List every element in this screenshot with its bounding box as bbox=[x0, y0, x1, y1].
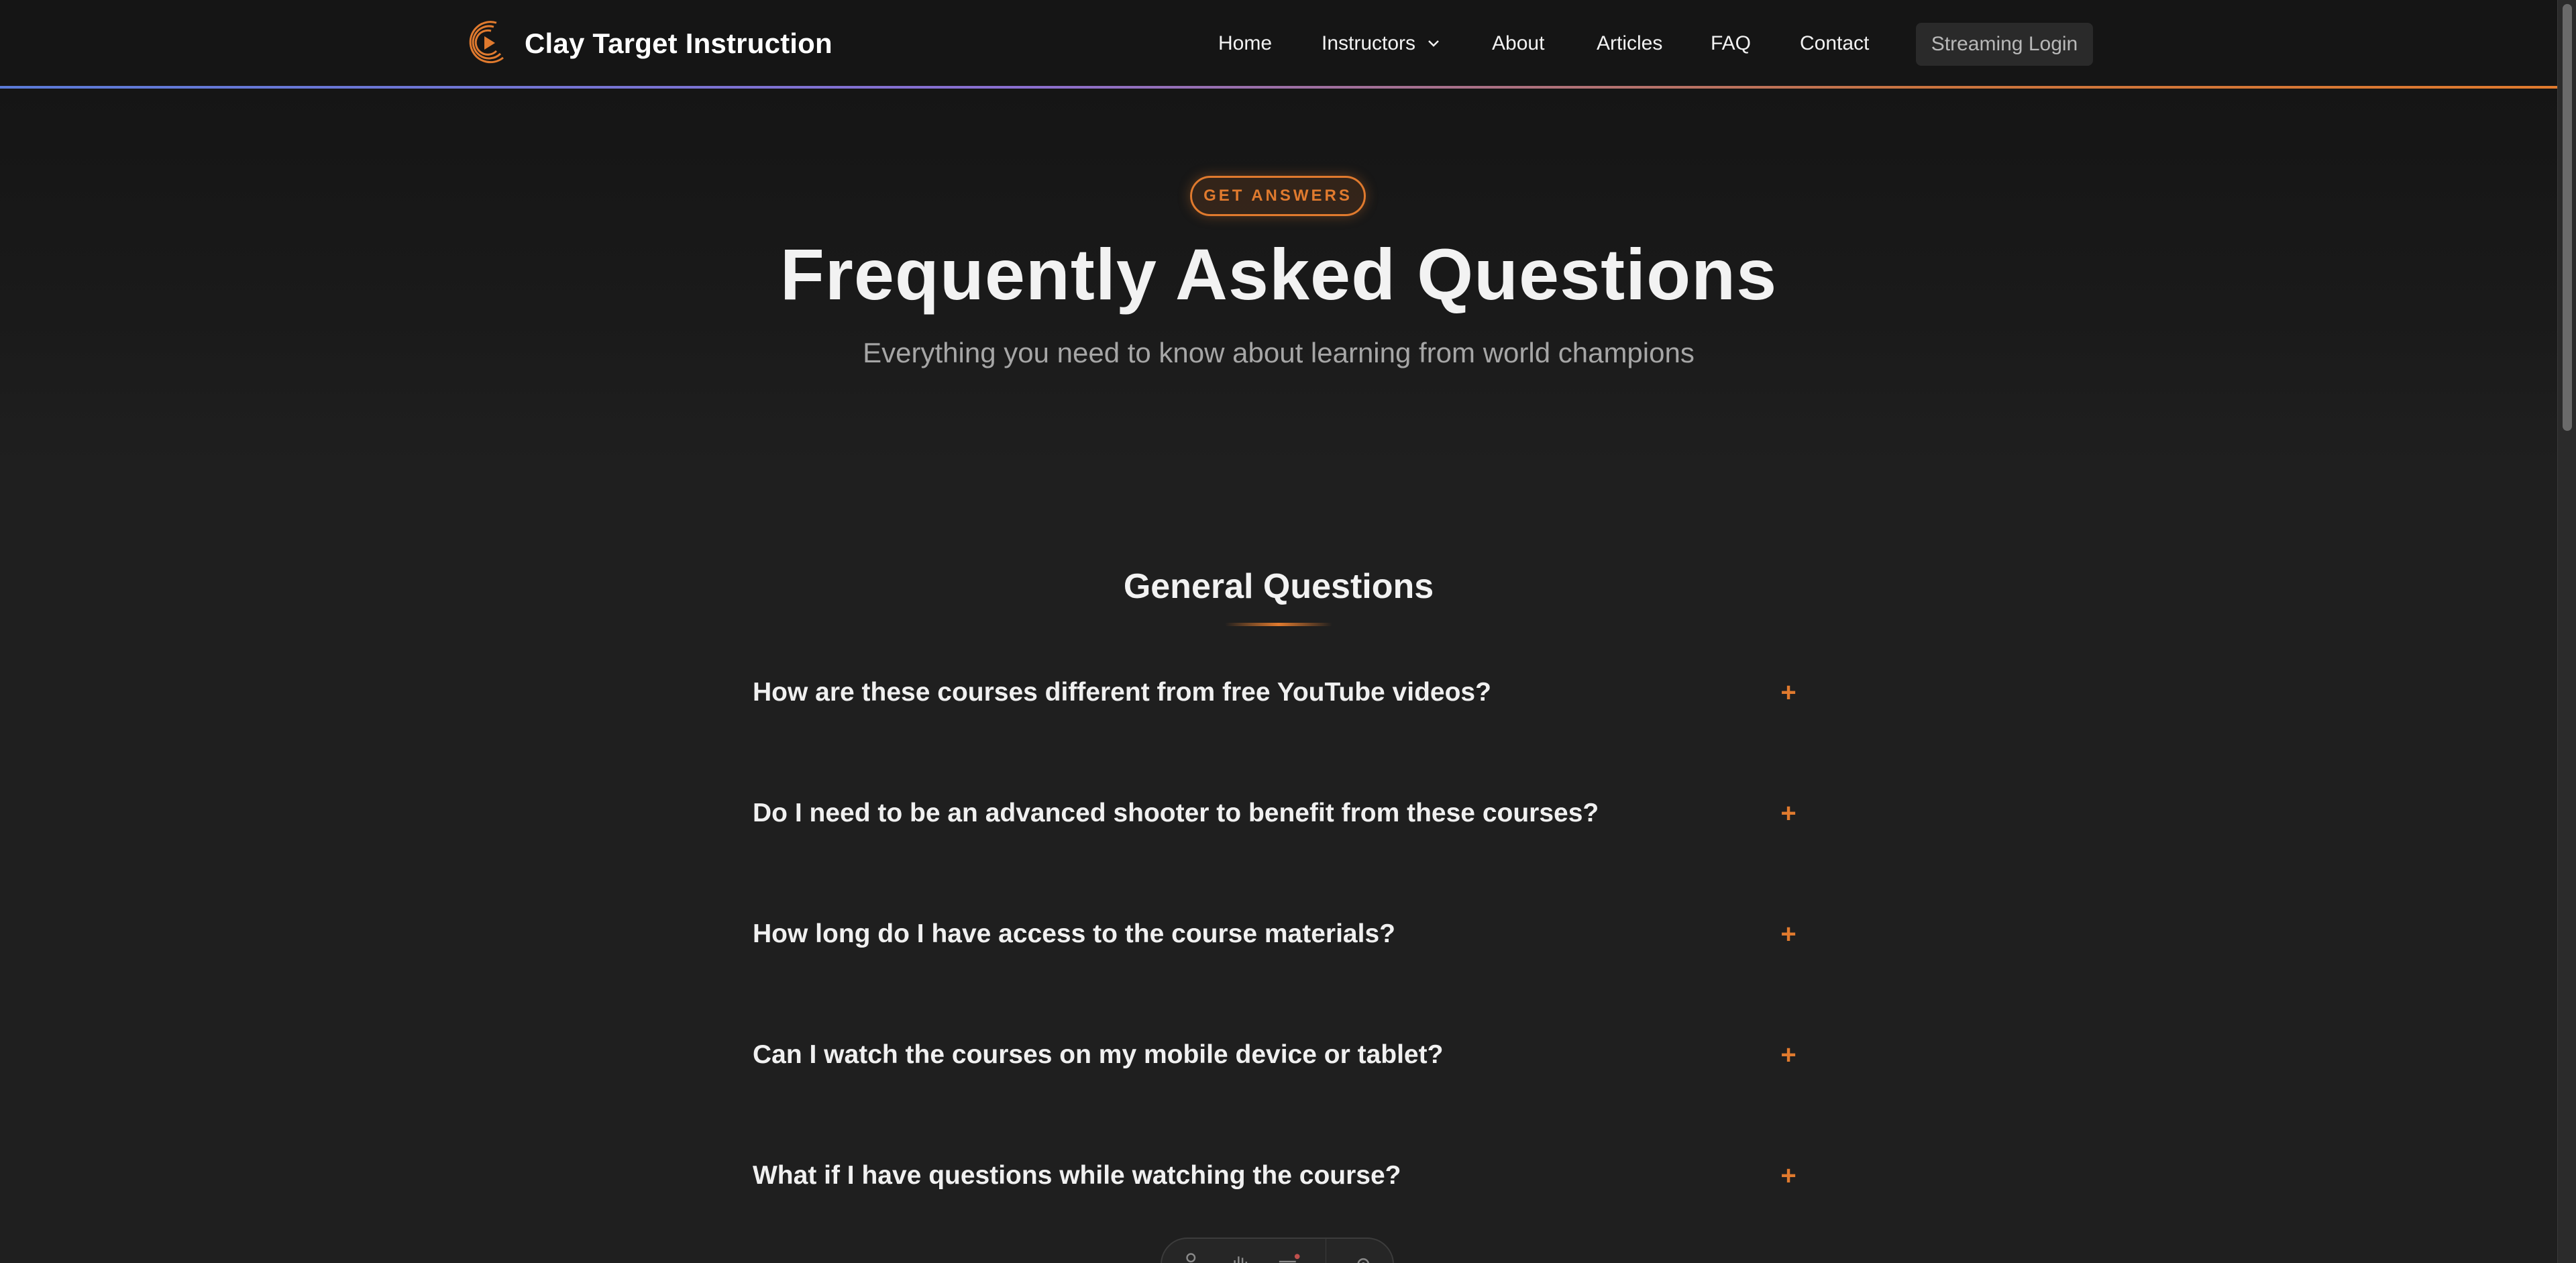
plus-icon[interactable]: + bbox=[1775, 1161, 1802, 1191]
faq-item[interactable]: How are these courses different from fre… bbox=[753, 651, 1806, 772]
plus-icon[interactable]: + bbox=[1775, 919, 1802, 949]
faq-item[interactable]: Do I need to be an advanced shooter to b… bbox=[753, 772, 1806, 893]
faq-question: Do I need to be an advanced shooter to b… bbox=[753, 799, 1599, 827]
plus-icon[interactable]: + bbox=[1775, 1040, 1802, 1070]
faq-list: How are these courses different from fre… bbox=[753, 651, 1806, 1255]
section-title-underline bbox=[1225, 623, 1332, 626]
nav-link-instructors-label: Instructors bbox=[1322, 32, 1416, 54]
hand-icon[interactable] bbox=[1228, 1251, 1252, 1263]
faq-question: Can I watch the courses on my mobile dev… bbox=[753, 1040, 1444, 1069]
toolbar-divider bbox=[1325, 1239, 1327, 1263]
gear-icon[interactable] bbox=[1352, 1251, 1375, 1263]
page-subtitle: Everything you need to know about learni… bbox=[863, 337, 1695, 368]
faq-question: What if I have questions while watching … bbox=[753, 1161, 1401, 1190]
floating-toolbar bbox=[1161, 1237, 1394, 1263]
faq-item[interactable]: Can I watch the courses on my mobile dev… bbox=[753, 1013, 1806, 1134]
nav-link-faq[interactable]: FAQ bbox=[1711, 32, 1751, 55]
plus-icon[interactable]: + bbox=[1775, 678, 1802, 707]
list-icon[interactable] bbox=[1277, 1251, 1300, 1263]
get-answers-badge: GET ANSWERS bbox=[1190, 176, 1366, 216]
faq-question: How long do I have access to the course … bbox=[753, 919, 1395, 948]
scrollbar-thumb[interactable] bbox=[2563, 4, 2572, 431]
nav-link-contact[interactable]: Contact bbox=[1800, 32, 1869, 55]
nav-link-articles[interactable]: Articles bbox=[1597, 32, 1662, 55]
chevron-down-icon bbox=[1428, 40, 1439, 47]
play-logo-icon bbox=[469, 21, 504, 64]
page-scrollbar[interactable] bbox=[2557, 0, 2576, 1263]
page-title: Frequently Asked Questions bbox=[780, 234, 1778, 315]
faq-item[interactable]: What if I have questions while watching … bbox=[753, 1134, 1806, 1255]
nav-link-home[interactable]: Home bbox=[1218, 32, 1272, 55]
faq-item[interactable]: How long do I have access to the course … bbox=[753, 893, 1806, 1013]
streaming-login-button[interactable]: Streaming Login bbox=[1916, 23, 2093, 66]
brand-name: Clay Target Instruction bbox=[525, 28, 833, 59]
user-icon[interactable] bbox=[1179, 1251, 1203, 1263]
nav-link-instructors[interactable]: Instructors bbox=[1322, 32, 1441, 55]
top-navbar: Clay Target Instruction Home Instructors… bbox=[0, 0, 2557, 87]
nav-link-about[interactable]: About bbox=[1492, 32, 1544, 55]
faq-question: How are these courses different from fre… bbox=[753, 678, 1491, 707]
section-title: General Questions bbox=[1123, 567, 1434, 606]
brand-link[interactable]: Clay Target Instruction bbox=[464, 17, 833, 70]
plus-icon[interactable]: + bbox=[1775, 799, 1802, 828]
